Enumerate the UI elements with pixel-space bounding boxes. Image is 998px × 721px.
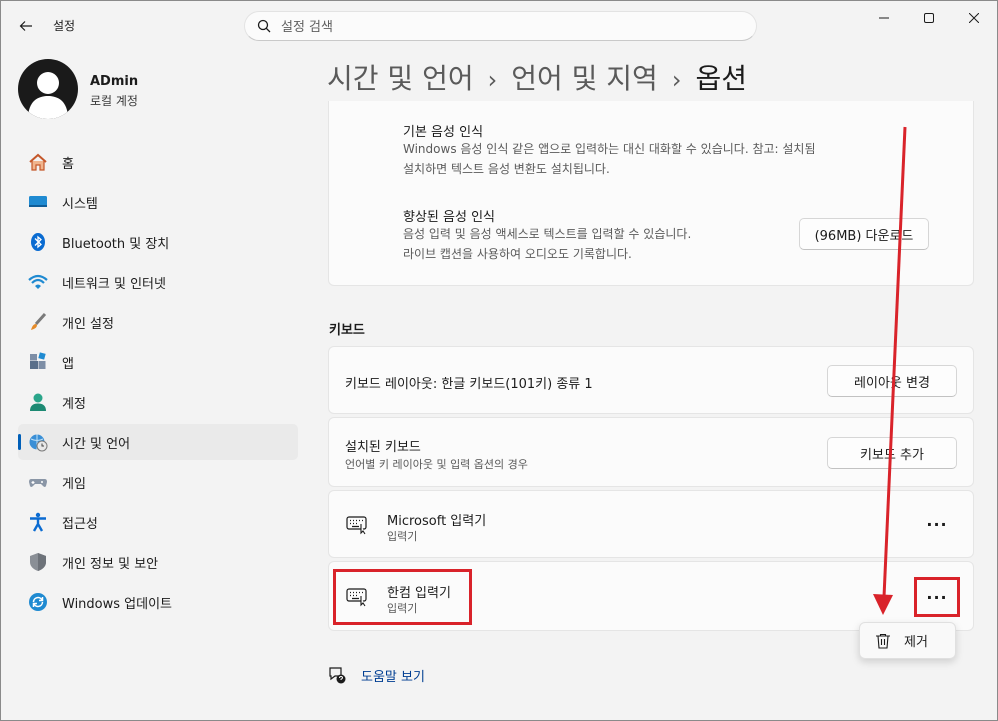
minimize-button[interactable] <box>861 1 907 35</box>
sidebar-item-label: 접근성 <box>62 516 98 532</box>
basic-speech-desc-2: 설치하면 텍스트 음성 변환도 설치됩니다. <box>403 162 610 176</box>
help-link[interactable]: 도움말 보기 <box>327 665 425 685</box>
more-options-button[interactable]: ··· <box>917 508 957 540</box>
apps-icon <box>27 351 49 373</box>
account-icon <box>27 391 49 413</box>
basic-speech-desc: Windows 음성 인식 같은 앱으로 입력하는 대신 대화할 수 있습니다.… <box>403 142 816 156</box>
sidebar-item-accessibility[interactable]: 접근성 <box>18 504 298 540</box>
context-menu: 제거 <box>859 622 956 659</box>
breadcrumb-separator: › <box>671 66 682 94</box>
sidebar-item-label: 개인 설정 <box>62 316 114 332</box>
user-silhouette-icon <box>28 72 68 119</box>
breadcrumb: 시간 및 언어 › 언어 및 지역 › 옵션 <box>327 57 747 97</box>
app-title: 설정 <box>53 19 76 33</box>
highlight-hancom-ime <box>333 569 472 625</box>
sidebar-item-apps[interactable]: 앱 <box>18 344 298 380</box>
help-icon <box>327 665 347 685</box>
minimize-icon <box>879 17 889 19</box>
sidebar-item-label: 시간 및 언어 <box>62 436 131 452</box>
keyboard-icon <box>346 515 368 539</box>
sidebar-item-gaming[interactable]: 게임 <box>18 464 298 500</box>
sidebar-item-label: 네트워크 및 인터넷 <box>62 276 166 292</box>
close-button[interactable] <box>951 1 997 35</box>
installed-keyboards-row: 설치된 키보드 언어별 키 레이아웃 및 입력 옵션의 경우 키보드 추가 <box>328 417 974 487</box>
enhanced-speech-desc: 음성 입력 및 음성 액세스로 텍스트를 입력할 수 있습니다. <box>403 227 692 241</box>
sidebar-item-system[interactable]: 시스템 <box>18 184 298 220</box>
title-bar: 설정 <box>1 1 997 49</box>
back-arrow-icon <box>19 21 32 31</box>
highlight-more-button <box>914 577 960 617</box>
sidebar-item-privacy[interactable]: 개인 정보 및 보안 <box>18 544 298 580</box>
brush-icon <box>27 311 49 333</box>
sidebar-item-windows-update[interactable]: Windows 업데이트 <box>18 584 298 620</box>
sidebar-item-time-language[interactable]: 시간 및 언어 <box>18 424 298 460</box>
help-label: 도움말 보기 <box>361 669 425 685</box>
keyboard-section-title: 키보드 <box>329 323 365 338</box>
ime-item-microsoft: Microsoft 입력기 입력기 ··· <box>328 490 974 558</box>
download-button[interactable]: (96MB) 다운로드 <box>799 218 929 250</box>
search-box[interactable] <box>244 11 757 41</box>
enhanced-speech-title: 향상된 음성 인식 <box>403 210 495 225</box>
keyboard-layout-row: 키보드 레이아웃: 한글 키보드(101키) 종류 1 레이아웃 변경 <box>328 346 974 414</box>
speech-recognition-card: 기본 음성 인식 Windows 음성 인식 같은 앱으로 입력하는 대신 대화… <box>328 101 974 286</box>
gamepad-icon <box>27 471 49 493</box>
trash-icon <box>874 632 892 650</box>
back-button[interactable] <box>13 13 39 39</box>
breadcrumb-item-time-language[interactable]: 시간 및 언어 <box>327 62 474 95</box>
sidebar-item-label: 게임 <box>62 476 86 492</box>
home-icon <box>27 151 49 173</box>
sidebar-item-home[interactable]: 홈 <box>18 144 298 180</box>
sidebar-item-label: Bluetooth 및 장치 <box>62 236 170 252</box>
ime-name: Microsoft 입력기 <box>387 514 487 529</box>
avatar[interactable] <box>18 59 78 119</box>
account-type: 로컬 계정 <box>90 94 138 108</box>
change-layout-button[interactable]: 레이아웃 변경 <box>827 365 957 397</box>
add-keyboard-button[interactable]: 키보드 추가 <box>827 437 957 469</box>
breadcrumb-item-language-region[interactable]: 언어 및 지역 <box>511 62 658 95</box>
settings-window: 설정 ADmin 로컬 계정 홈 시스템 <box>0 0 998 721</box>
maximize-button[interactable] <box>906 1 952 35</box>
close-icon <box>969 13 979 23</box>
breadcrumb-separator: › <box>487 66 498 94</box>
sidebar-item-label: 계정 <box>62 396 86 412</box>
sidebar-item-personalization[interactable]: 개인 설정 <box>18 304 298 340</box>
bluetooth-icon <box>27 231 49 253</box>
sidebar-item-label: 앱 <box>62 356 74 372</box>
user-name: ADmin <box>90 74 139 89</box>
sidebar-item-bluetooth[interactable]: Bluetooth 및 장치 <box>18 224 298 260</box>
accessibility-icon <box>27 511 49 533</box>
search-icon <box>257 19 271 33</box>
sidebar-item-label: 홈 <box>62 156 74 172</box>
ime-sub: 입력기 <box>387 530 418 543</box>
enhanced-speech-desc-2: 라이브 캡션을 사용하여 오디오도 기록합니다. <box>403 247 632 261</box>
basic-speech-title: 기본 음성 인식 <box>403 125 484 140</box>
update-icon <box>27 591 49 613</box>
remove-menu-item[interactable]: 제거 <box>904 631 928 650</box>
installed-keyboards-sub: 언어별 키 레이아웃 및 입력 옵션의 경우 <box>345 458 528 471</box>
wifi-icon <box>27 271 49 293</box>
time-language-icon <box>27 431 49 453</box>
keyboard-layout-label: 키보드 레이아웃: 한글 키보드(101키) 종류 1 <box>345 377 593 392</box>
sidebar-item-network[interactable]: 네트워크 및 인터넷 <box>18 264 298 300</box>
search-input[interactable] <box>281 17 741 37</box>
system-icon <box>27 191 49 213</box>
sidebar-item-label: Windows 업데이트 <box>62 596 173 612</box>
shield-icon <box>27 551 49 573</box>
sidebar-item-accounts[interactable]: 계정 <box>18 384 298 420</box>
sidebar-item-label: 시스템 <box>62 196 98 212</box>
maximize-icon <box>924 13 934 23</box>
page-title: 옵션 <box>695 62 747 95</box>
sidebar-item-label: 개인 정보 및 보안 <box>62 556 159 572</box>
sidebar: 홈 시스템 Bluetooth 및 장치 네트워크 및 인터넷 개인 설정 앱 … <box>18 144 298 624</box>
installed-keyboards-title: 설치된 키보드 <box>345 440 421 455</box>
